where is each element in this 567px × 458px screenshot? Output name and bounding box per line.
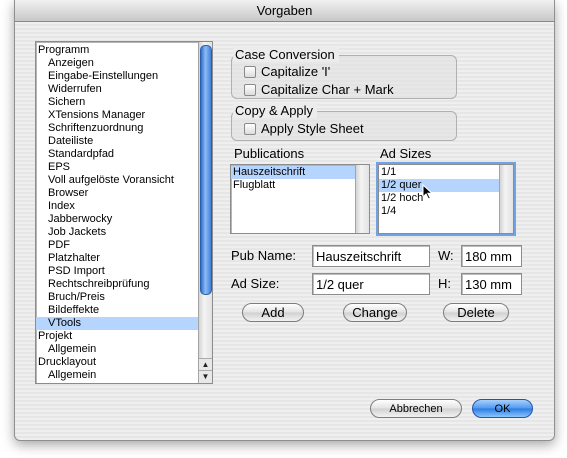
list-item[interactable]: Bruch/Preis	[36, 291, 198, 304]
list-item[interactable]: PSD Import	[36, 265, 198, 278]
nav-scrollbar-thumb[interactable]	[200, 45, 212, 295]
list-item[interactable]: Dateiliste	[36, 135, 198, 148]
list-item[interactable]: Programm	[36, 44, 198, 57]
publications-scrollbar[interactable]	[355, 165, 369, 233]
publications-rows: Hauszeitschrift Flugblatt	[231, 166, 355, 192]
capitalize-char-mark-checkbox-row[interactable]: Capitalize Char + Mark	[244, 82, 394, 97]
list-item[interactable]: Standardpfad	[36, 148, 198, 161]
nav-rows: Programm Anzeigen Eingabe-Einstellungen Wid…	[36, 44, 198, 381]
change-button[interactable]: Change	[343, 303, 407, 322]
list-item[interactable]: Eingabe-Einstellungen	[36, 70, 198, 83]
preferences-nav-list[interactable]: Programm Anzeigen Eingabe-Einstellungen Wid…	[35, 41, 213, 384]
list-item[interactable]: Rechtschreibprüfung	[36, 278, 198, 291]
ad-size-label: Ad Size:	[231, 276, 280, 291]
list-item[interactable]: Voll aufgelöste Voransicht	[36, 174, 198, 187]
list-item[interactable]: 1/1	[379, 166, 499, 179]
copy-apply-title: Copy & Apply	[233, 103, 318, 118]
capitalize-i-label: Capitalize 'I'	[261, 64, 331, 79]
capitalize-i-checkbox[interactable]	[244, 65, 256, 78]
list-item[interactable]: XTensions Manager	[36, 109, 198, 122]
ad-sizes-label: Ad Sizes	[380, 146, 432, 161]
list-item[interactable]: VTools	[36, 317, 198, 330]
list-item[interactable]: Bildeffekte	[36, 304, 198, 317]
publications-list[interactable]: Hauszeitschrift Flugblatt	[230, 164, 370, 234]
width-label: W:	[438, 248, 454, 263]
list-item[interactable]: Allgemein	[36, 343, 198, 356]
add-button[interactable]: Add	[242, 303, 304, 322]
apply-style-sheet-checkbox[interactable]	[244, 122, 256, 135]
delete-button[interactable]: Delete	[443, 303, 509, 322]
ok-button[interactable]: OK	[472, 399, 533, 418]
case-conversion-title: Case Conversion	[233, 47, 339, 62]
nav-scrollbar[interactable]: ▲ ▼	[198, 42, 212, 383]
list-item[interactable]: 1/2 hoch	[379, 192, 499, 205]
ad-sizes-rows: 1/1 1/2 quer 1/2 hoch 1/4	[379, 166, 499, 218]
width-field[interactable]: 180 mm	[461, 245, 522, 267]
preferences-dialog: Vorgaben Programm Anzeigen Eingabe-Einstel…	[14, 0, 555, 441]
list-item[interactable]: Index	[36, 200, 198, 213]
list-item[interactable]: Projekt	[36, 330, 198, 343]
list-item[interactable]: 1/2 quer	[379, 179, 499, 192]
list-item[interactable]: Browser	[36, 187, 198, 200]
ad-size-field[interactable]: 1/2 quer	[312, 273, 430, 295]
pub-name-field[interactable]: Hauszeitschrift	[312, 245, 430, 267]
window-title: Vorgaben	[15, 0, 554, 22]
apply-style-sheet-checkbox-row[interactable]: Apply Style Sheet	[244, 121, 364, 136]
list-item[interactable]: Anzeigen	[36, 57, 198, 70]
list-item[interactable]: Widerrufen	[36, 83, 198, 96]
list-item[interactable]: Schriftenzuordnung	[36, 122, 198, 135]
publications-label: Publications	[234, 146, 305, 161]
height-label: H:	[438, 276, 451, 291]
list-item[interactable]: Flugblatt	[231, 179, 355, 192]
list-item[interactable]: Jabberwocky	[36, 213, 198, 226]
capitalize-char-mark-checkbox[interactable]	[244, 83, 256, 96]
ad-sizes-scrollbar[interactable]	[499, 165, 513, 233]
capitalize-char-mark-label: Capitalize Char + Mark	[261, 82, 394, 97]
list-item[interactable]: PDF	[36, 239, 198, 252]
list-item[interactable]: Drucklayout	[36, 356, 198, 369]
list-item[interactable]: Hauszeitschrift	[231, 166, 355, 179]
list-item[interactable]: Platzhalter	[36, 252, 198, 265]
pub-name-label: Pub Name:	[231, 248, 297, 263]
list-item[interactable]: EPS	[36, 161, 198, 174]
list-item[interactable]: Job Jackets	[36, 226, 198, 239]
scroll-down-arrow-icon[interactable]: ▼	[199, 370, 212, 383]
apply-style-sheet-label: Apply Style Sheet	[261, 121, 364, 136]
list-item[interactable]: Sichern	[36, 96, 198, 109]
cancel-button[interactable]: Abbrechen	[370, 399, 462, 418]
height-field[interactable]: 130 mm	[461, 273, 522, 295]
ad-sizes-list[interactable]: 1/1 1/2 quer 1/2 hoch 1/4	[378, 164, 514, 234]
mouse-pointer-icon	[422, 184, 433, 200]
list-item[interactable]: 1/4	[379, 205, 499, 218]
list-item[interactable]: Allgemein	[36, 369, 198, 381]
capitalize-i-checkbox-row[interactable]: Capitalize 'I'	[244, 64, 330, 79]
